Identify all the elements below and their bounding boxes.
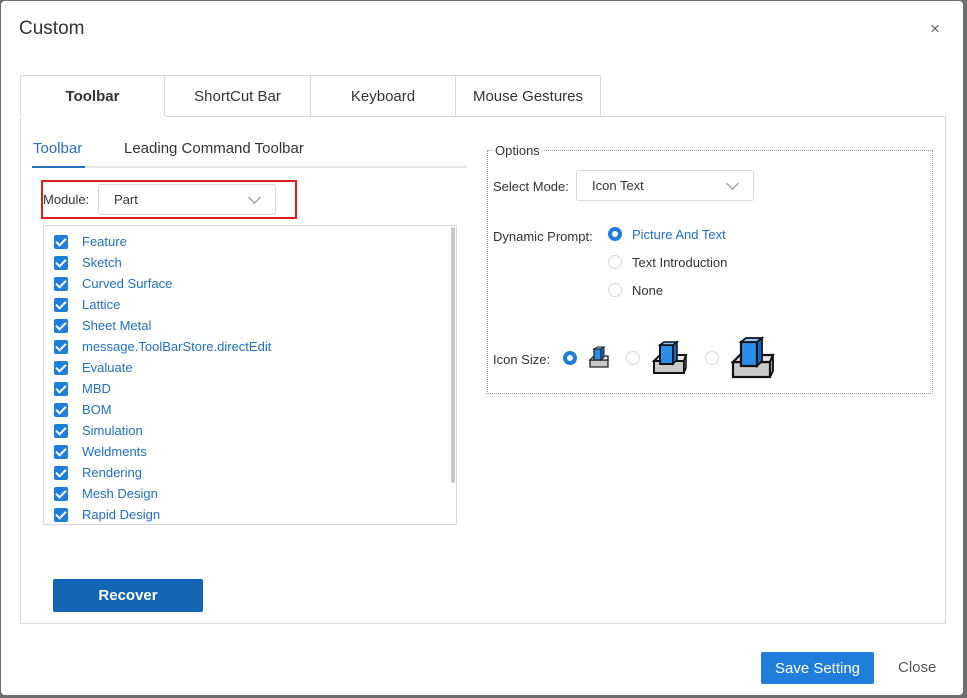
radio-picture-and-text[interactable]: [608, 227, 622, 241]
radio-text-introduction[interactable]: [608, 255, 622, 269]
list-item-label: Mesh Design: [82, 486, 158, 501]
select-mode-select[interactable]: Icon Text: [576, 170, 754, 201]
list-item-mesh-design[interactable]: Mesh Design: [54, 483, 158, 504]
radio-icon-size-small[interactable]: [563, 351, 577, 365]
list-item-label: Weldments: [82, 444, 147, 459]
module-select[interactable]: Part: [98, 184, 276, 215]
options-legend: Options: [493, 143, 542, 158]
list-item-label: message.ToolBarStore.directEdit: [82, 339, 272, 354]
icon-size-label: Icon Size:: [493, 352, 551, 367]
list-item-label: Rendering: [82, 465, 142, 480]
list-item-label: MBD: [82, 381, 111, 396]
subtab-active-indicator: [32, 166, 85, 168]
list-scrollbar[interactable]: [451, 227, 455, 483]
list-item-label: Evaluate: [82, 360, 133, 375]
list-item-label: Curved Surface: [82, 276, 173, 291]
checkbox-checked-icon[interactable]: [54, 423, 68, 438]
recover-button[interactable]: Recover: [53, 579, 203, 612]
toolbar-list[interactable]: Feature Sketch Curved Surface Lattice Sh…: [43, 225, 457, 525]
checkbox-checked-icon[interactable]: [54, 507, 68, 522]
checkbox-checked-icon[interactable]: [54, 234, 68, 249]
subtabs: Toolbar Leading Command Toolbar: [32, 128, 467, 168]
chevron-down-icon: [726, 176, 739, 190]
list-item-lattice[interactable]: Lattice: [54, 294, 120, 315]
tab-mouse-gestures[interactable]: Mouse Gestures: [456, 75, 601, 117]
checkbox-checked-icon[interactable]: [54, 444, 68, 459]
list-item-label: Sheet Metal: [82, 318, 152, 333]
main-tabs: Toolbar ShortCut Bar Keyboard Mouse Gest…: [20, 75, 601, 117]
chevron-down-icon: [248, 190, 261, 204]
list-item-rendering[interactable]: Rendering: [54, 462, 142, 483]
checkbox-checked-icon[interactable]: [54, 402, 68, 417]
radio-label-text-introduction[interactable]: Text Introduction: [632, 255, 727, 270]
close-icon[interactable]: ×: [930, 20, 940, 38]
tab-shortcut-bar[interactable]: ShortCut Bar: [165, 75, 311, 117]
radio-label-picture-and-text[interactable]: Picture And Text: [632, 227, 726, 242]
checkbox-checked-icon[interactable]: [54, 276, 68, 291]
list-item-label: BOM: [82, 402, 112, 417]
dynamic-prompt-label: Dynamic Prompt:: [493, 229, 593, 244]
subtab-toolbar[interactable]: Toolbar: [33, 140, 82, 157]
medium-part-icon: [651, 340, 688, 374]
checkbox-checked-icon[interactable]: [54, 255, 68, 270]
list-item-label: Feature: [82, 234, 127, 249]
checkbox-checked-icon[interactable]: [54, 360, 68, 375]
list-item-evaluate[interactable]: Evaluate: [54, 357, 133, 378]
checkbox-checked-icon[interactable]: [54, 318, 68, 333]
checkbox-checked-icon[interactable]: [54, 465, 68, 480]
radio-none[interactable]: [608, 283, 622, 297]
list-item-label: Simulation: [82, 423, 143, 438]
checkbox-checked-icon[interactable]: [54, 339, 68, 354]
list-item-simulation[interactable]: Simulation: [54, 420, 143, 441]
tab-toolbar[interactable]: Toolbar: [20, 75, 165, 117]
small-part-icon: [588, 346, 609, 368]
list-item-label: Rapid Design: [82, 507, 161, 522]
subtab-leading-command-toolbar[interactable]: Leading Command Toolbar: [124, 140, 304, 157]
module-select-value: Part: [114, 192, 138, 207]
list-item-weldments[interactable]: Weldments: [54, 441, 147, 462]
select-mode-label: Select Mode:: [493, 179, 569, 194]
radio-label-none[interactable]: None: [632, 283, 663, 298]
list-item-bom[interactable]: BOM: [54, 399, 112, 420]
active-tab-joiner: [20, 116, 165, 118]
save-setting-button[interactable]: Save Setting: [761, 652, 874, 684]
module-label: Module:: [43, 192, 90, 207]
radio-icon-size-large[interactable]: [705, 351, 719, 365]
list-item-sheet-metal[interactable]: Sheet Metal: [54, 315, 151, 336]
list-item-sketch[interactable]: Sketch: [54, 252, 122, 273]
radio-icon-size-medium[interactable]: [626, 351, 640, 365]
dialog-title: Custom: [19, 18, 85, 39]
checkbox-checked-icon[interactable]: [54, 486, 68, 501]
list-item-mbd[interactable]: MBD: [54, 378, 111, 399]
list-item-feature[interactable]: Feature: [54, 231, 127, 252]
tab-keyboard[interactable]: Keyboard: [311, 75, 456, 117]
list-item-curved-surface[interactable]: Curved Surface: [54, 273, 172, 294]
list-item-label: Lattice: [82, 297, 121, 312]
list-item-label: Sketch: [82, 255, 122, 270]
checkbox-checked-icon[interactable]: [54, 381, 68, 396]
list-item-direct-edit[interactable]: message.ToolBarStore.directEdit: [54, 336, 271, 357]
select-mode-value: Icon Text: [592, 178, 644, 193]
large-part-icon: [730, 336, 775, 379]
list-item-rapid-design[interactable]: Rapid Design: [54, 504, 161, 524]
close-button[interactable]: Close: [898, 659, 936, 676]
checkbox-checked-icon[interactable]: [54, 297, 68, 312]
